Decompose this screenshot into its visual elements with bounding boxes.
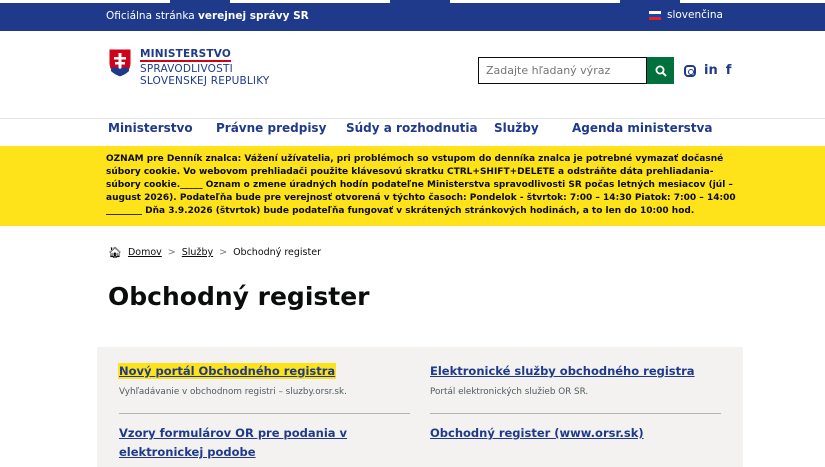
home-icon: 🏠︎ <box>108 246 122 259</box>
service-card: Vzory formulárov OR pre podania v elektr… <box>119 422 413 460</box>
service-card: Nový portál Obchodného registra Vyhľadáv… <box>119 360 413 397</box>
government-bar: Oficiálna stránka verejnej správy SR slo… <box>0 0 825 31</box>
search-icon <box>655 65 667 77</box>
language-selector[interactable]: slovenčina <box>649 9 723 21</box>
service-description: Portál elektronických služieb OR SR. <box>430 387 589 397</box>
breadcrumb-separator: > <box>219 247 228 258</box>
breadcrumb-separator: > <box>167 247 176 258</box>
official-prefix: Oficiálna stránka <box>106 10 199 22</box>
breadcrumb-home[interactable]: Domov <box>128 247 162 258</box>
tricolor-stripe <box>0 0 825 3</box>
ministry-logo[interactable]: MINISTERSTVO SPRAVODLIVOSTI SLOVENSKEJ R… <box>108 48 270 87</box>
notice-text: OZNAM pre Denník znalca: Vážení užívatel… <box>106 154 736 216</box>
nav-item-sudy-a-rozhodnutia[interactable]: Súdy a rozhodnutia <box>346 121 478 135</box>
nav-item-ministerstvo[interactable]: Ministerstvo <box>108 121 193 135</box>
service-card: Obchodný register (www.orsr.sk) <box>430 422 724 441</box>
nav-item-pravne-predpisy[interactable]: Právne predpisy <box>216 121 326 135</box>
social-links: in f <box>684 63 731 78</box>
nav-item-agenda-ministerstva[interactable]: Agenda ministerstva <box>572 121 712 135</box>
official-bold: verejnej správy SR <box>198 10 309 22</box>
logo-line-1: MINISTERSTVO <box>140 48 232 60</box>
instagram-icon[interactable] <box>684 64 696 77</box>
breadcrumb-sluzby[interactable]: Služby <box>182 247 213 258</box>
language-label: slovenčina <box>667 9 723 21</box>
card-divider <box>119 413 410 414</box>
services-panel: Nový portál Obchodného registra Vyhľadáv… <box>97 347 743 467</box>
search-form <box>478 57 674 84</box>
logo-text: MINISTERSTVO SPRAVODLIVOSTI SLOVENSKEJ R… <box>140 48 270 87</box>
search-button[interactable] <box>647 57 674 84</box>
service-link[interactable]: Nový portál Obchodného registra <box>119 364 336 378</box>
logo-line-3: SLOVENSKEJ REPUBLIKY <box>140 75 270 87</box>
notice-banner: OZNAM pre Denník znalca: Vážení užívatel… <box>0 146 825 226</box>
service-link[interactable]: Vzory formulárov OR pre podania v elektr… <box>119 426 347 459</box>
official-site-label: Oficiálna stránka verejnej správy SR <box>106 10 309 22</box>
breadcrumb: 🏠︎ Domov > Služby > Obchodný register <box>108 246 321 259</box>
service-card: Elektronické služby obchodného registra … <box>430 360 724 397</box>
card-divider <box>430 413 721 414</box>
facebook-icon[interactable]: f <box>726 63 732 78</box>
service-link[interactable]: Elektronické služby obchodného registra <box>430 364 695 378</box>
nav-item-sluzby[interactable]: Služby <box>494 121 539 135</box>
header-divider <box>0 118 825 119</box>
coat-of-arms-icon <box>108 48 132 78</box>
service-description: Vyhľadávanie v obchodnom registri – sluz… <box>119 387 347 397</box>
search-input[interactable] <box>478 57 647 84</box>
service-link[interactable]: Obchodný register (www.orsr.sk) <box>430 426 644 440</box>
linkedin-icon[interactable]: in <box>704 63 718 78</box>
breadcrumb-current: Obchodný register <box>233 247 321 258</box>
slovak-flag-icon <box>649 10 661 20</box>
page-title: Obchodný register <box>108 282 370 311</box>
logo-line-2: SPRAVODLIVOSTI <box>140 63 233 75</box>
